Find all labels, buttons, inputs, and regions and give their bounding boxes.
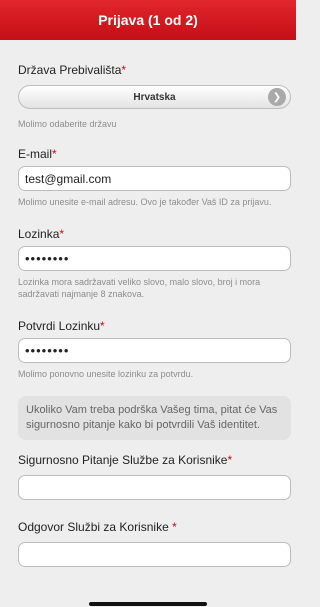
page-title: Prijava (1 od 2) xyxy=(98,12,198,28)
required-mark: * xyxy=(121,63,127,77)
password-field[interactable]: •••••••• xyxy=(18,246,291,271)
support-info-box: Ukoliko Vam treba podrška Vašeg tima, pi… xyxy=(18,396,291,440)
confirm-password-group: Potvrdi Lozinku* •••••••• Molimo ponovno… xyxy=(18,319,291,380)
password-help: Lozinka mora sadržavati veliko slovo, ma… xyxy=(18,277,261,299)
security-question-group: Sigurnosno Pitanje Službe za Korisnike* xyxy=(18,453,291,500)
confirm-password-help: Molimo ponovno unesite lozinku za potvrd… xyxy=(18,369,194,379)
email-group: E-mail* test@gmail.com Molimo unesite e-… xyxy=(18,147,291,208)
security-question-field[interactable] xyxy=(18,475,291,500)
home-indicator xyxy=(89,602,207,606)
registration-form: Država Prebivališta* Hrvatska ❯ Molimo o… xyxy=(18,40,291,567)
required-mark: * xyxy=(52,147,57,161)
confirm-password-field[interactable]: •••••••• xyxy=(18,338,291,363)
email-label: E-mail* xyxy=(18,147,57,161)
email-help: Molimo unesite e-mail adresu. Ovo je tak… xyxy=(18,197,272,207)
password-group: Lozinka* •••••••• Lozinka mora sadržavat… xyxy=(18,227,291,300)
security-answer-field[interactable] xyxy=(18,542,291,567)
security-answer-label: Odgovor Službi za Korisnike * xyxy=(18,520,177,534)
security-answer-group: Odgovor Službi za Korisnike * xyxy=(18,520,291,567)
confirm-password-label: Potvrdi Lozinku* xyxy=(18,319,105,333)
chevron-down-icon[interactable]: ❯ xyxy=(268,88,286,106)
required-mark: * xyxy=(100,319,105,333)
title-bar: Prijava (1 od 2) xyxy=(0,0,296,40)
required-mark: * xyxy=(172,520,177,534)
password-label: Lozinka* xyxy=(18,227,65,241)
country-help: Molimo odaberite državu xyxy=(18,119,117,129)
country-select[interactable]: Hrvatska ❯ xyxy=(18,85,291,109)
country-select-value: Hrvatska xyxy=(133,91,176,103)
security-question-label: Sigurnosno Pitanje Službe za Korisnike* xyxy=(18,453,233,467)
email-field[interactable]: test@gmail.com xyxy=(18,166,291,191)
required-mark: * xyxy=(227,453,233,467)
required-mark: * xyxy=(59,227,65,241)
country-group: Država Prebivališta* Hrvatska ❯ Molimo o… xyxy=(18,63,291,130)
country-label: Država Prebivališta* xyxy=(18,63,127,77)
